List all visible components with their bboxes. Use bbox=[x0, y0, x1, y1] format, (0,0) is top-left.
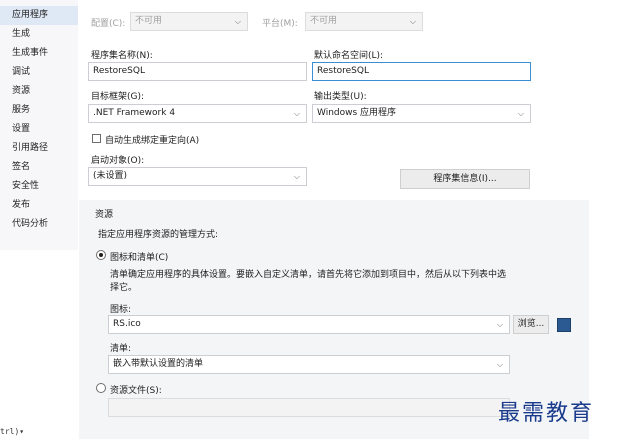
icon-value: RS.ico bbox=[113, 319, 141, 329]
sidebar-item-security[interactable]: 安全性 bbox=[0, 177, 78, 196]
platform-dropdown[interactable]: 不可用 ⌵ bbox=[305, 12, 423, 31]
config-dropdown[interactable]: 不可用 ⌵ bbox=[130, 12, 248, 31]
platform-label: 平台(M): bbox=[262, 19, 298, 29]
config-label: 配置(C): bbox=[91, 19, 126, 29]
startup-object-value: (未设置) bbox=[93, 171, 128, 181]
platform-value: 不可用 bbox=[310, 16, 338, 26]
watermark-logo: 最需教育 bbox=[498, 401, 595, 426]
icon-dropdown[interactable]: RS.ico ⌵ bbox=[108, 315, 510, 334]
chevron-down-icon: ⌵ bbox=[517, 109, 524, 118]
sidebar-item-signing[interactable]: 签名 bbox=[0, 158, 78, 177]
assembly-info-button[interactable]: 程序集信息(I)... bbox=[400, 169, 530, 189]
sidebar-item-code-analysis[interactable]: 代码分析 bbox=[0, 215, 78, 234]
bottom-toolbar-fragment: trl)▾ bbox=[0, 427, 25, 436]
chevron-down-icon: ⌵ bbox=[496, 360, 503, 369]
target-framework-dropdown[interactable]: .NET Framework 4 ⌵ bbox=[88, 104, 307, 123]
sidebar-item-resources[interactable]: 资源 bbox=[0, 82, 78, 101]
default-namespace-input[interactable]: RestoreSQL bbox=[312, 62, 531, 81]
sidebar-item-build[interactable]: 生成 bbox=[0, 25, 78, 44]
sidebar-item-debug[interactable]: 调试 bbox=[0, 63, 78, 82]
startup-object-label: 启动对象(O): bbox=[91, 156, 145, 166]
sidebar-item-application[interactable]: 应用程序 bbox=[0, 6, 78, 25]
manifest-help-text-line1: 清单确定应用程序的具体设置。要嵌入自定义清单，请首先将它添加到项目中，然后从以下… bbox=[110, 270, 507, 280]
sidebar: 应用程序 生成 生成事件 调试 资源 服务 设置 引用路径 签名 安全性 发布 … bbox=[0, 0, 78, 250]
resource-file-input[interactable] bbox=[108, 398, 510, 417]
auto-binding-redirect-checkbox[interactable] bbox=[92, 134, 101, 143]
manifest-value: 嵌入带默认设置的清单 bbox=[113, 359, 204, 369]
manifest-dropdown[interactable]: 嵌入带默认设置的清单 ⌵ bbox=[108, 355, 510, 374]
sidebar-item-build-events[interactable]: 生成事件 bbox=[0, 44, 78, 63]
target-framework-label: 目标框架(G): bbox=[91, 92, 145, 102]
sidebar-item-reference-paths[interactable]: 引用路径 bbox=[0, 139, 78, 158]
icon-manifest-radio[interactable] bbox=[96, 250, 106, 260]
assembly-name-label: 程序集名称(N): bbox=[91, 51, 153, 61]
chevron-down-icon: ⌵ bbox=[409, 17, 416, 26]
output-type-dropdown[interactable]: Windows 应用程序 ⌵ bbox=[312, 104, 531, 123]
project-properties-window: 应用程序 生成 生成事件 调试 资源 服务 设置 引用路径 签名 安全性 发布 … bbox=[0, 0, 621, 439]
resource-file-label: 资源文件(S): bbox=[110, 386, 162, 396]
chevron-down-icon: ⌵ bbox=[293, 109, 300, 118]
icon-preview-icon bbox=[557, 318, 571, 332]
output-type-value: Windows 应用程序 bbox=[317, 108, 397, 118]
auto-binding-redirect-label: 自动生成绑定重定向(A) bbox=[105, 136, 200, 146]
sidebar-item-publish[interactable]: 发布 bbox=[0, 196, 78, 215]
assembly-name-input[interactable]: RestoreSQL bbox=[88, 62, 307, 81]
icon-label: 图标: bbox=[110, 305, 132, 315]
chevron-down-icon: ⌵ bbox=[496, 320, 503, 329]
default-namespace-label: 默认命名空间(L): bbox=[314, 51, 384, 61]
resources-description: 指定应用程序资源的管理方式: bbox=[98, 230, 219, 240]
manifest-help-text-line2: 择它。 bbox=[110, 283, 138, 293]
output-type-label: 输出类型(U): bbox=[314, 92, 367, 102]
manifest-label: 清单: bbox=[110, 344, 132, 354]
resources-group-title: 资源 bbox=[95, 210, 114, 220]
target-framework-value: .NET Framework 4 bbox=[93, 108, 176, 118]
browse-button[interactable]: 浏览... bbox=[513, 315, 549, 334]
sidebar-item-services[interactable]: 服务 bbox=[0, 101, 78, 120]
chevron-down-icon: ⌵ bbox=[293, 172, 300, 181]
chevron-down-icon: ⌵ bbox=[234, 17, 241, 26]
startup-object-dropdown[interactable]: (未设置) ⌵ bbox=[88, 167, 307, 186]
sidebar-item-settings[interactable]: 设置 bbox=[0, 120, 78, 139]
resource-file-radio[interactable] bbox=[96, 383, 106, 393]
config-value: 不可用 bbox=[135, 16, 163, 26]
icon-manifest-label: 图标和清单(C) bbox=[110, 253, 169, 263]
